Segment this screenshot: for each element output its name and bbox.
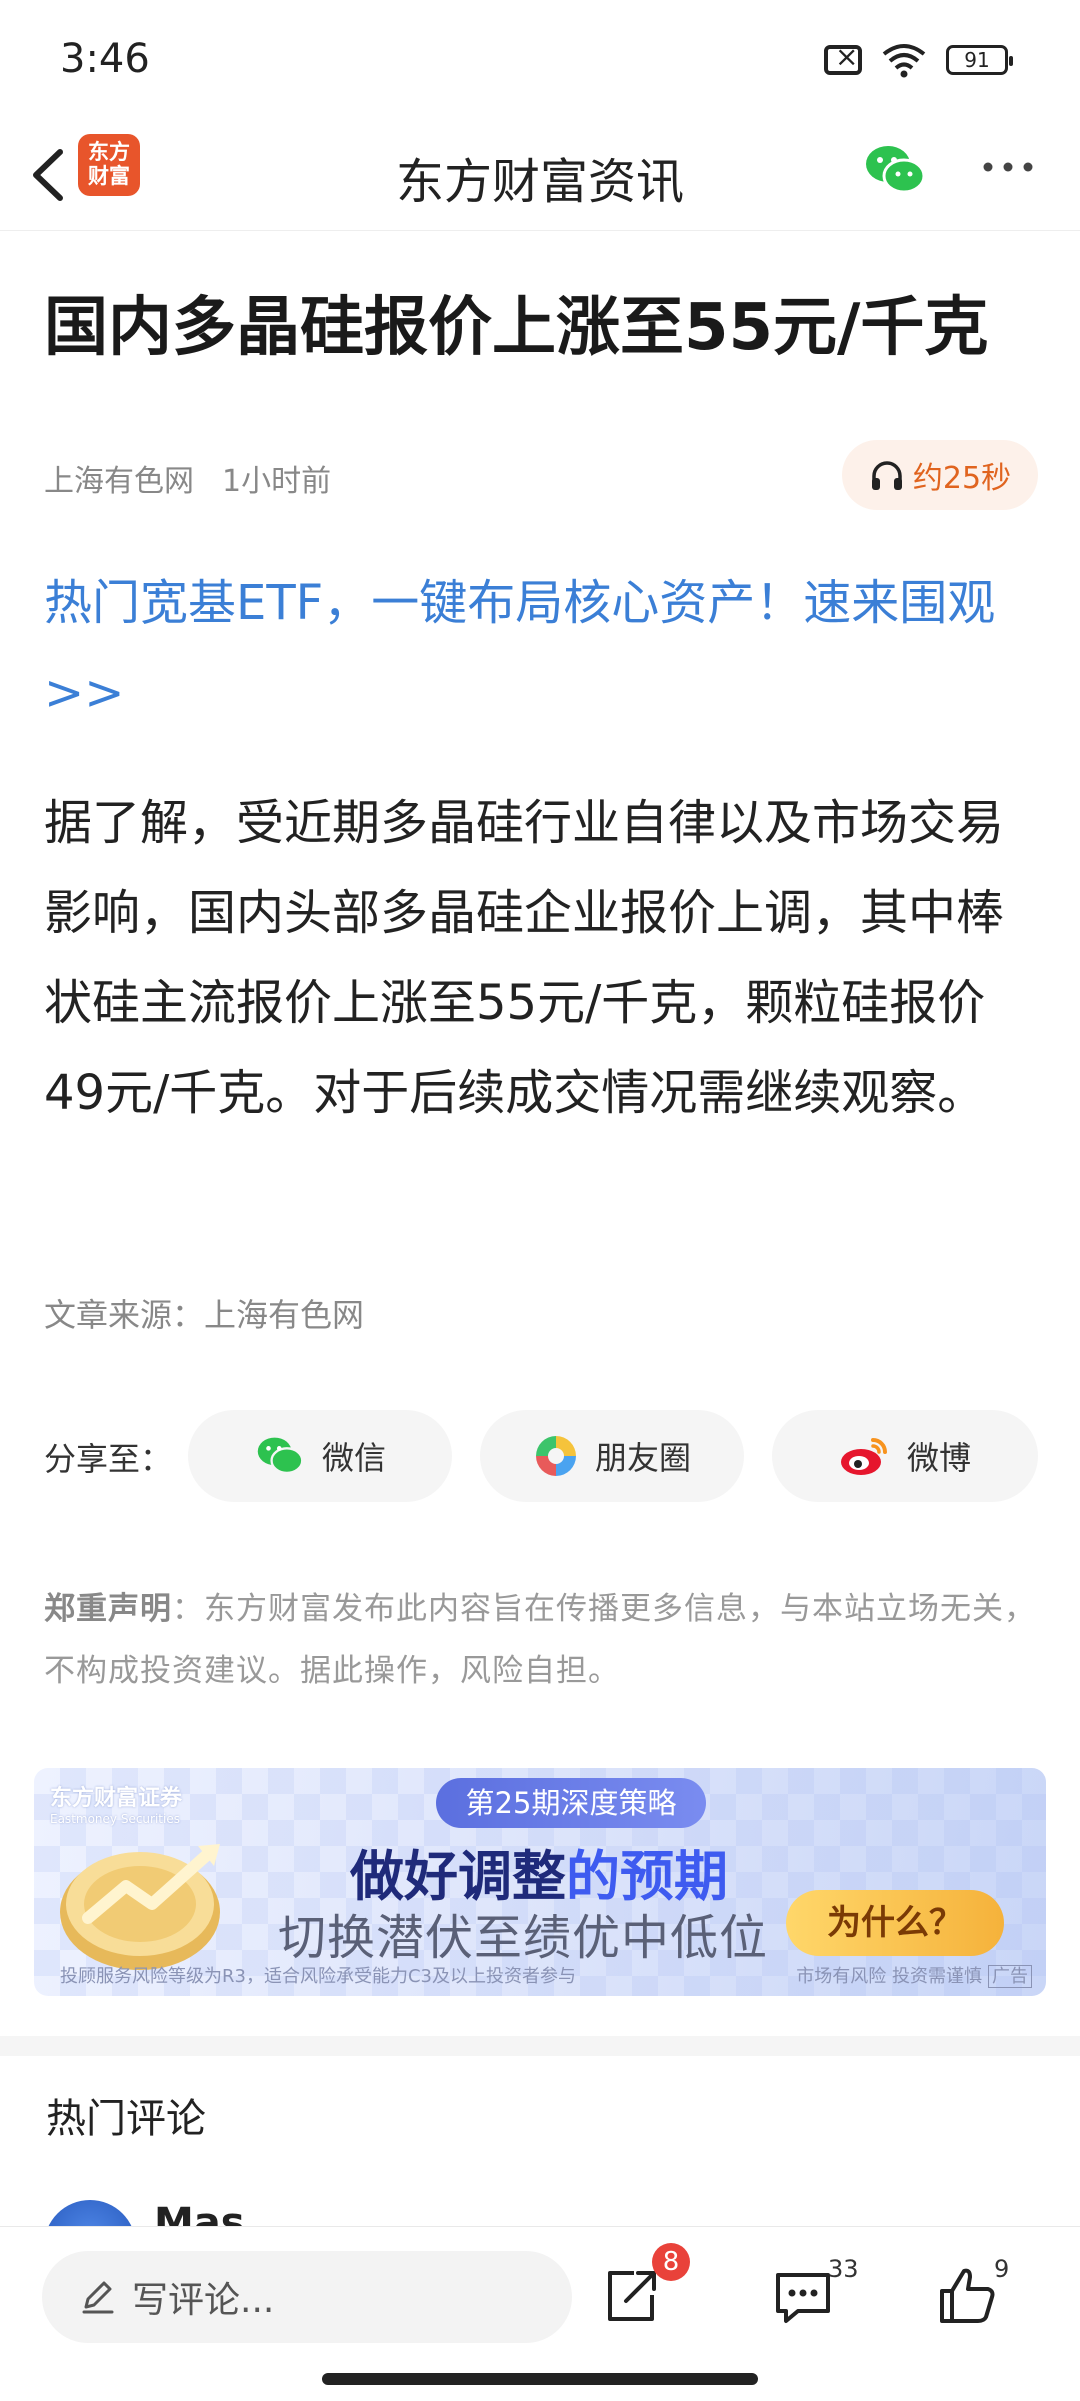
gold-coin-chart-icon — [60, 1844, 220, 1970]
share-weibo-label: 微博 — [906, 1439, 971, 1477]
etf-promo-link[interactable]: 热门宽基ETF，一键布局核心资产！速来围观>> — [44, 558, 1044, 738]
pen-icon — [82, 2281, 114, 2314]
status-icons: 91 — [824, 40, 1013, 78]
no-sim-icon — [824, 40, 862, 75]
wechat-icon — [257, 1437, 304, 1475]
article-title: 国内多晶硅报价上涨至55元/千克 — [44, 291, 989, 365]
banner-brand-en: Eastmoney Securities — [50, 1812, 180, 1826]
section-divider — [0, 2036, 1080, 2056]
bottom-action-bar: 写评论... 8 33 9 — [0, 2226, 1080, 2401]
wechat-share-icon[interactable] — [862, 140, 928, 200]
listen-button[interactable]: 约25秒 — [842, 440, 1038, 510]
share-label: 分享至： — [44, 1440, 173, 1478]
banner-issue-pill: 第25期深度策略 — [436, 1778, 706, 1828]
banner-right-note: 市场有风险 投资需谨慎 广告 — [796, 1962, 1032, 1988]
home-indicator[interactable] — [322, 2373, 758, 2385]
weibo-icon — [840, 1438, 887, 1475]
banner-market-risk: 市场有风险 投资需谨慎 — [796, 1966, 982, 1987]
comment-placeholder: 写评论... — [132, 2280, 275, 2321]
share-moments-label: 朋友圈 — [594, 1439, 691, 1477]
hot-comments-title: 热门评论 — [46, 2096, 206, 2142]
article-body: 据了解，受近期多晶硅行业自律以及市场交易影响，国内头部多晶硅企业报价上调，其中棒… — [44, 795, 1005, 1121]
wifi-icon — [882, 44, 926, 78]
like-count: 9 — [994, 2255, 1010, 2283]
nav-bar: 东方财富 东方财富资讯 — [0, 120, 1080, 231]
share-wechat-label: 微信 — [321, 1439, 386, 1477]
headphones-icon — [871, 461, 902, 490]
banner-risk-note: 投顾服务风险等级为R3，适合风险承受能力C3及以上投资者参与 — [60, 1966, 576, 1987]
disclaimer-text: ：东方财富发布此内容旨在传播更多信息，与本站立场无关，不构成投资建议。据此操作，… — [44, 1591, 1036, 1689]
moments-icon — [535, 1436, 576, 1476]
more-icon[interactable] — [978, 152, 1038, 182]
share-weibo-button[interactable]: 微博 — [772, 1410, 1038, 1502]
ad-tag: 广告 — [988, 1965, 1032, 1988]
banner-brand: 东方财富证券 Eastmoney Securities — [50, 1780, 182, 1826]
banner-subline: 切换潜伏至绩优中低位 — [278, 1910, 769, 1966]
banner-cta-button[interactable]: 为什么？ — [786, 1890, 1004, 1956]
article-meta: 上海有色网 1小时前 — [44, 456, 331, 500]
thumbs-up-icon[interactable] — [932, 2261, 1002, 2331]
share-count-badge: 8 — [652, 2243, 690, 2281]
article-source-line: 文章来源：上海有色网 — [44, 1296, 365, 1334]
banner-brand-cn: 东方财富证券 — [50, 1786, 183, 1811]
disclaimer: 郑重声明：东方财富发布此内容旨在传播更多信息，与本站立场无关，不构成投资建议。据… — [44, 1578, 1044, 1702]
status-time: 3:46 — [60, 36, 150, 82]
ad-banner[interactable]: 东方财富证券 Eastmoney Securities 第25期深度策略 做好调整… — [34, 1768, 1046, 1996]
listen-duration: 约25秒 — [912, 461, 1012, 496]
comment-input[interactable]: 写评论... — [42, 2251, 572, 2343]
battery-indicator: 91 — [946, 45, 1013, 75]
share-moments-button[interactable]: 朋友圈 — [480, 1410, 744, 1502]
status-bar: 3:46 91 — [0, 0, 1080, 120]
disclaimer-title: 郑重声明 — [44, 1591, 172, 1627]
article-time: 1小时前 — [222, 464, 332, 499]
back-button[interactable] — [16, 138, 86, 212]
comment-count: 33 — [828, 2255, 859, 2283]
share-wechat-button[interactable]: 微信 — [188, 1410, 452, 1502]
article-source[interactable]: 上海有色网 — [44, 464, 194, 499]
eastmoney-logo[interactable]: 东方财富 — [78, 134, 140, 196]
